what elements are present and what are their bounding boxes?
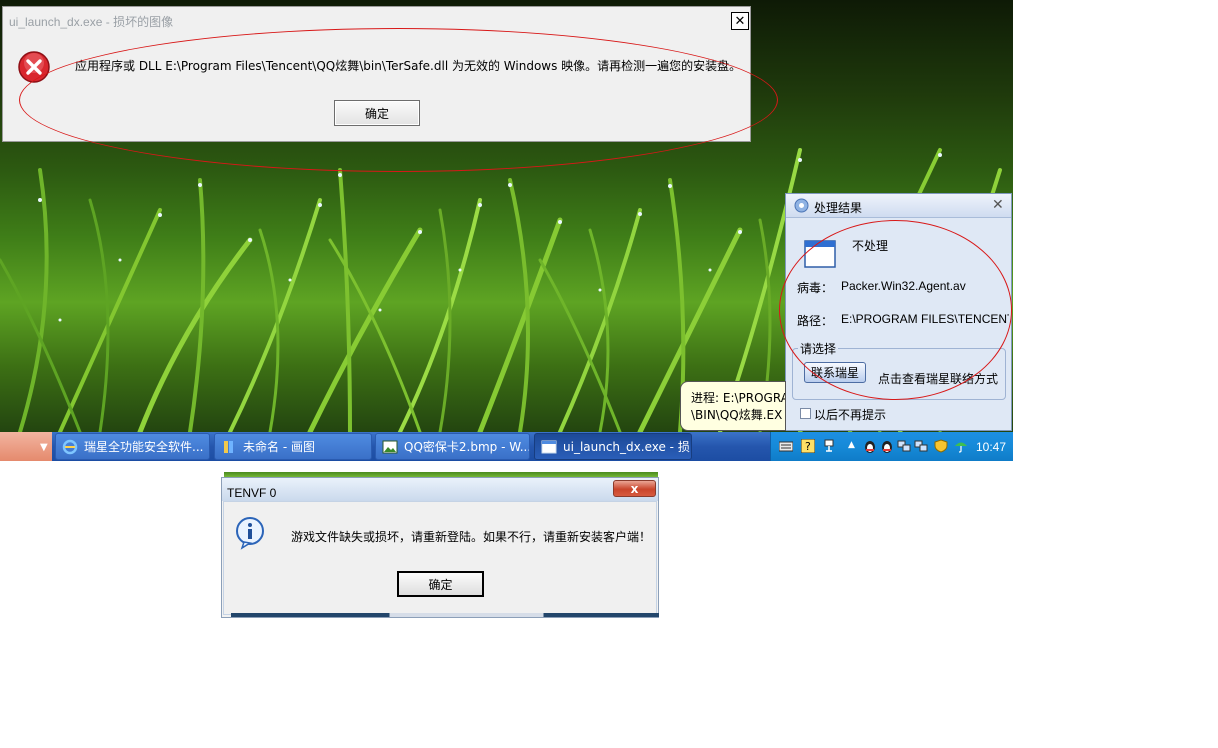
taskbar-button-label: QQ密保卡2.bmp - W... — [404, 440, 530, 454]
chevron-down-icon[interactable]: ▼ — [40, 442, 48, 453]
taskbar-button-rising[interactable]: 瑞星全功能安全软件... — [55, 433, 210, 460]
close-button[interactable]: ✕ — [731, 12, 749, 30]
ok-button[interactable]: 确定 — [334, 100, 420, 126]
error-dialog: ui_launch_dx.exe - 损坏的图像 ✕ 应用程序或 DLL E:\… — [2, 6, 751, 142]
umbrella-icon[interactable] — [954, 439, 968, 453]
processing-result-panel: 处理结果 ✕ 不处理 病毒： Packer.Win32.Agent.av 路径：… — [785, 193, 1012, 431]
tenvf-title-bar: TENVF 0 x — [222, 478, 658, 501]
info-icon — [236, 517, 264, 550]
virus-label: 病毒： — [797, 281, 834, 295]
shield-icon[interactable] — [934, 439, 948, 453]
no-remind-checkbox[interactable] — [800, 408, 811, 419]
choose-label: 请选择 — [798, 340, 839, 357]
chevron-up-icon[interactable]: ▲ — [848, 440, 855, 450]
balloon-line: 进程: E:\PROGRA — [691, 391, 786, 405]
qq-penguin-icon[interactable] — [880, 439, 894, 453]
ok-button[interactable]: 确定 — [397, 571, 484, 597]
result-panel-header: 处理结果 ✕ — [786, 194, 1011, 218]
taskbar: ▼ 瑞星全功能安全软件... 未命名 - 画图 QQ密保卡2.bmp - W..… — [0, 432, 1013, 461]
close-icon[interactable]: ✕ — [992, 197, 1004, 213]
taskbar-button-label: ui_launch_dx.exe - 损... — [563, 440, 692, 454]
taskbar-button-label: 未命名 - 画图 — [243, 440, 315, 454]
taskbar-strip — [231, 613, 659, 617]
network-icon[interactable] — [823, 439, 837, 453]
lan-icon[interactable] — [897, 439, 911, 453]
taskbar-button-image-viewer[interactable]: QQ密保卡2.bmp - W... — [375, 433, 530, 460]
contact-hint-text: 点击查看瑞星联络方式 — [878, 372, 999, 386]
qq-penguin-icon[interactable] — [863, 439, 877, 453]
ie-icon — [62, 439, 78, 454]
result-action-text: 不处理 — [852, 239, 889, 253]
error-message: 应用程序或 DLL E:\Program Files\Tencent\QQ炫舞\… — [75, 59, 742, 73]
taskbar-button-label: 瑞星全功能安全软件... — [84, 440, 204, 454]
contact-rising-button[interactable]: 联系瑞星 — [804, 362, 866, 383]
paint-icon — [224, 440, 233, 453]
error-dialog-title: ui_launch_dx.exe - 损坏的图像 — [9, 15, 174, 29]
close-button[interactable]: x — [613, 480, 656, 497]
image-viewer-icon — [382, 440, 398, 453]
svg-text:?: ? — [805, 440, 811, 453]
system-tray: ? ▲ 10:47 — [770, 432, 1013, 461]
tenvf-title: TENVF 0 — [227, 486, 277, 500]
close-icon: x — [630, 481, 639, 496]
process-balloon-tooltip: 进程: E:\PROGRA \BIN\QQ炫舞.EX — [680, 381, 786, 431]
gear-icon — [794, 198, 809, 213]
virus-name: Packer.Win32.Agent.av — [841, 279, 966, 293]
path-label: 路径： — [797, 314, 834, 328]
keyboard-icon[interactable] — [779, 439, 793, 453]
tenvf-body — [223, 501, 657, 615]
tenvf-message: 游戏文件缺失或损坏，请重新登陆。如果不行，请重新安装客户端！ — [291, 530, 652, 544]
path-value: E:\PROGRAM FILES\TENCENT\ — [841, 312, 1009, 326]
no-remind-label[interactable]: 以后不再提示 — [814, 406, 886, 423]
taskbar-button-paint[interactable]: 未命名 - 画图 — [214, 433, 372, 460]
help-icon[interactable]: ? — [801, 439, 815, 453]
window-icon — [804, 240, 836, 268]
close-icon: ✕ — [734, 13, 746, 29]
clock[interactable]: 10:47 — [976, 440, 1006, 454]
window-icon — [541, 440, 557, 453]
tenvf-dialog: TENVF 0 x 游戏文件缺失或损坏，请重新登陆。如果不行，请重新安装客户端！… — [221, 477, 659, 618]
lan-icon[interactable] — [914, 439, 928, 453]
error-icon — [18, 51, 50, 83]
balloon-line: \BIN\QQ炫舞.EX — [691, 408, 783, 422]
result-panel-title: 处理结果 — [814, 201, 863, 215]
taskbar-button-ui-launch[interactable]: ui_launch_dx.exe - 损... — [534, 433, 692, 460]
